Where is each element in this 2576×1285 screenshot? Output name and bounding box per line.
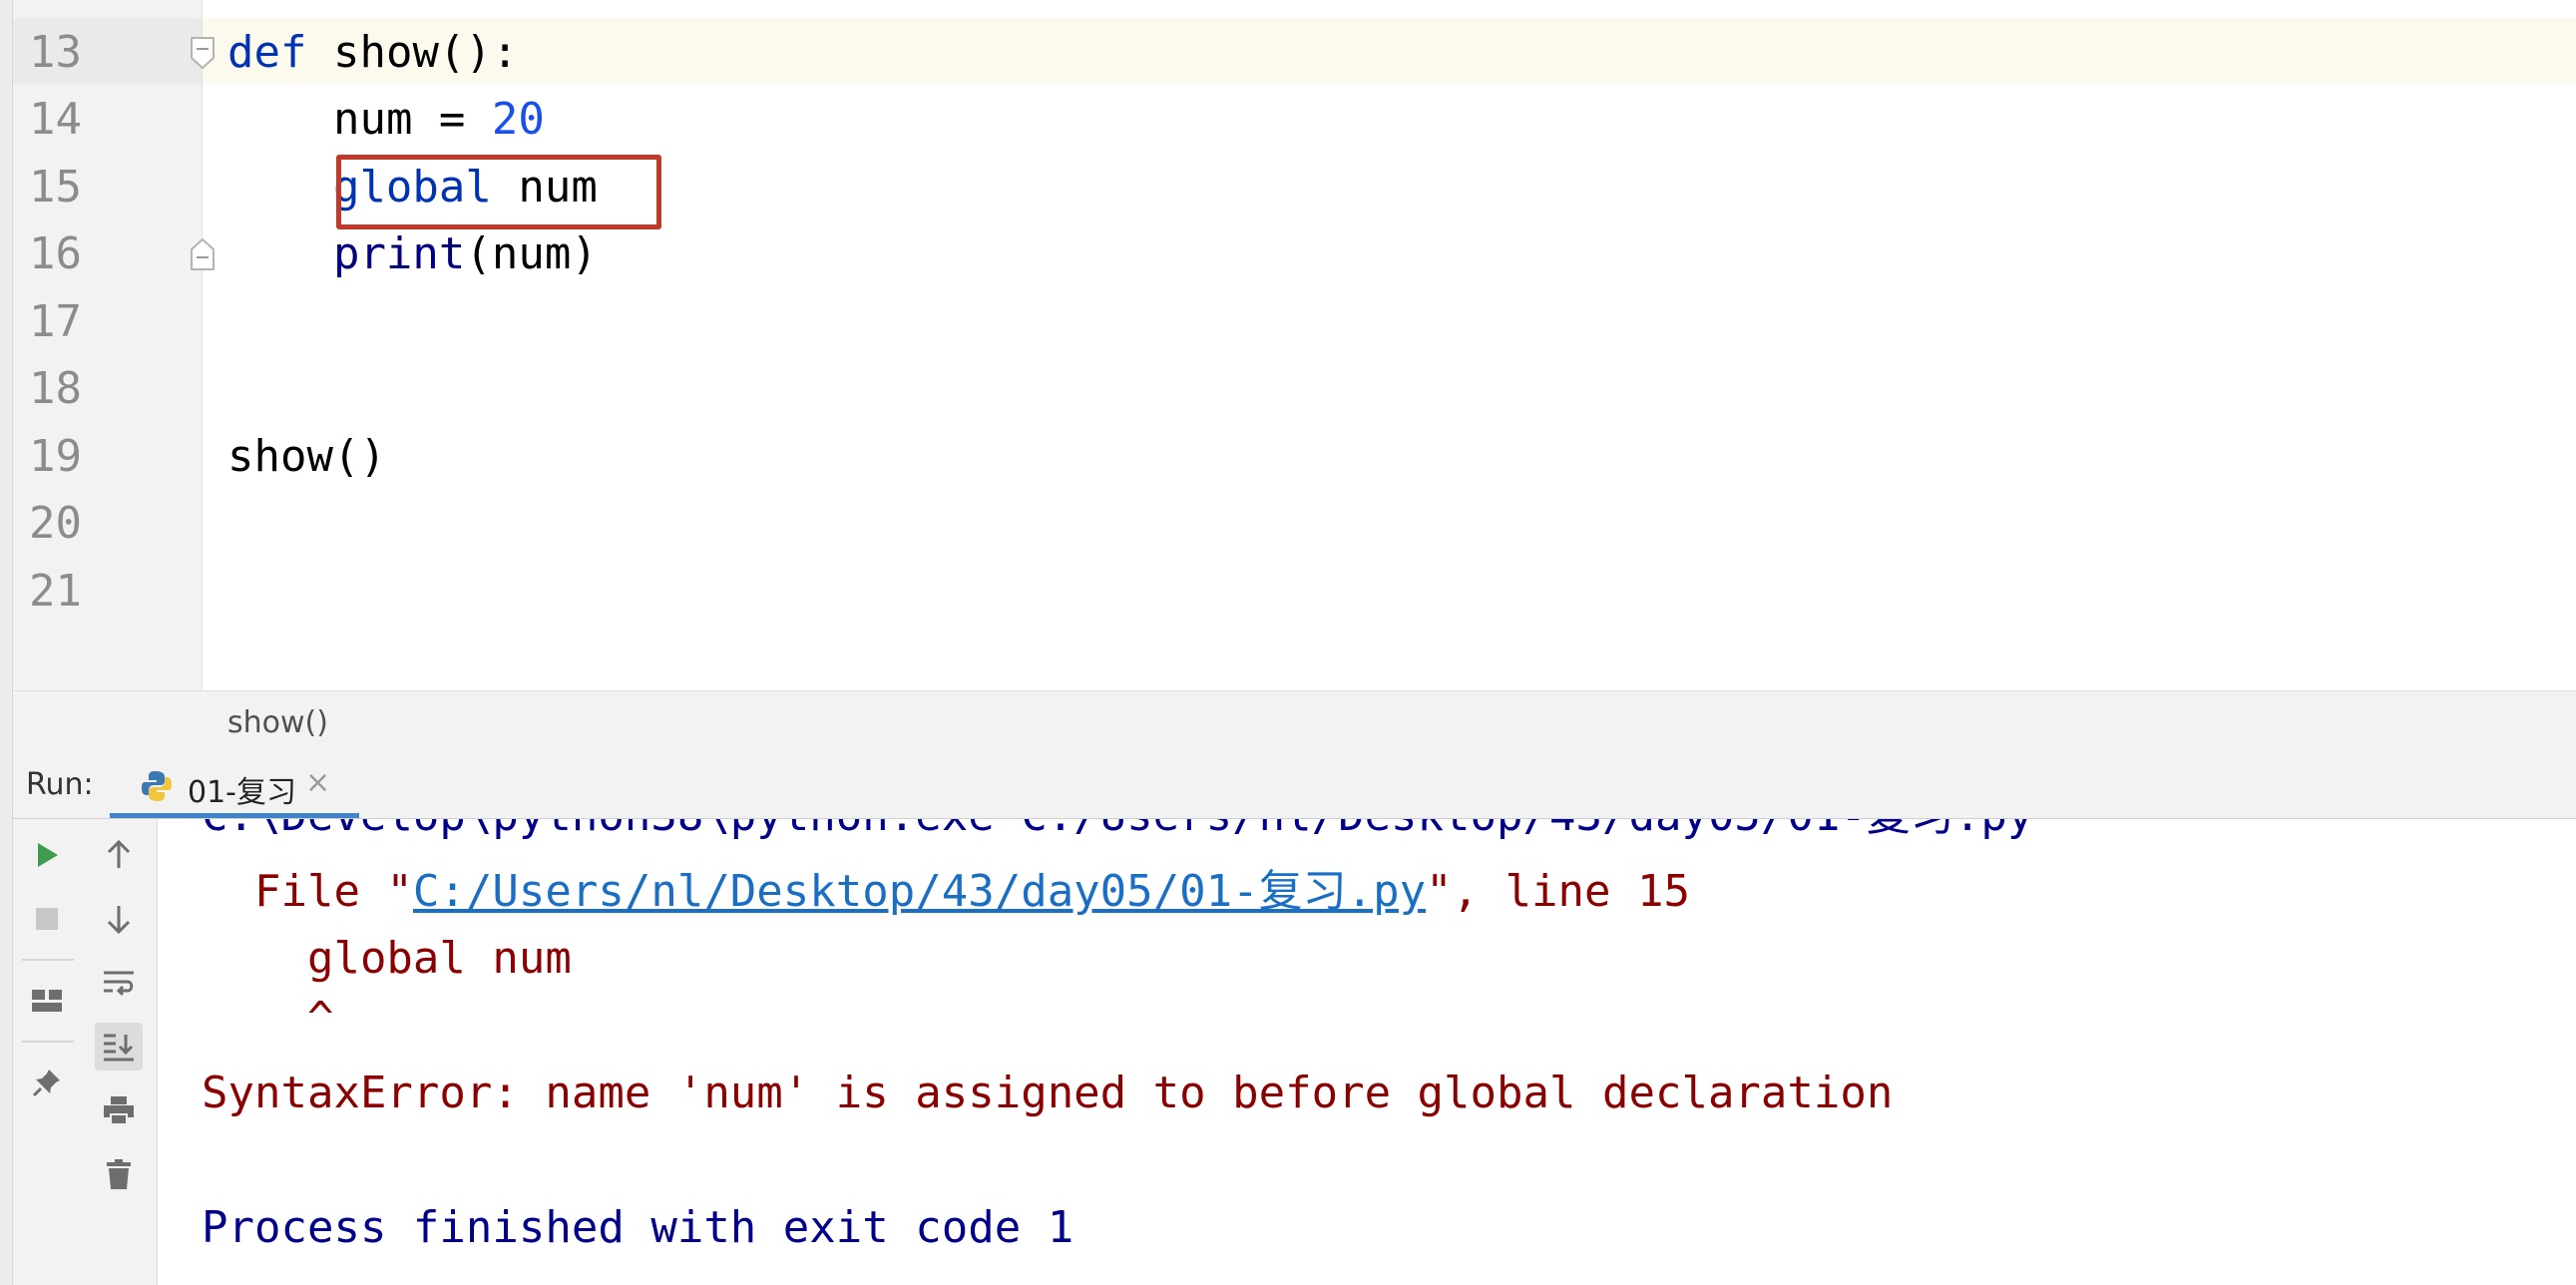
annotation-highlight-box (336, 155, 661, 229)
code-line-13[interactable]: def show(): (227, 20, 518, 86)
code-line-19[interactable]: show() (227, 424, 386, 490)
python-icon (142, 771, 172, 801)
run-toolbar-primary (12, 819, 82, 1285)
line-number-16: 16 (29, 228, 82, 279)
console-command-line: C:\Develop\python38\python.exe C:/Users/… (202, 819, 2033, 849)
fold-collapse-icon[interactable] (188, 36, 217, 70)
pin-icon[interactable] (23, 1059, 71, 1106)
number-literal: 20 (491, 94, 545, 145)
keyword-def: def (227, 27, 307, 78)
arrow-down-icon[interactable] (95, 895, 143, 943)
run-tool-window-header: Run: 01-复习 × (0, 753, 2576, 819)
breadcrumb-item[interactable]: show() (227, 705, 328, 740)
console-traceback-file: File "C:/Users/nl/Desktop/43/day05/01-复习… (202, 866, 1690, 917)
trash-icon[interactable] (95, 1150, 143, 1198)
console-caret: ^ (202, 993, 334, 1044)
file-link[interactable]: C:/Users/nl/Desktop/43/day05/01-复习.py (413, 866, 1426, 917)
console-output[interactable]: C:\Develop\python38\python.exe C:/Users/… (158, 819, 2576, 1285)
line-number-18: 18 (29, 363, 82, 414)
line-number-21: 21 (29, 566, 82, 617)
code-editor[interactable]: 13 14 15 16 17 18 19 20 21 def show(): n… (0, 0, 2576, 690)
line-number-20: 20 (29, 498, 82, 549)
run-icon[interactable] (23, 831, 71, 879)
code-line-14[interactable]: num = 20 (227, 87, 545, 153)
toolbar-separator (22, 1041, 74, 1043)
line-number-19: 19 (29, 431, 82, 482)
run-label: Run: (26, 767, 94, 802)
code-text: (num) (465, 228, 598, 279)
breadcrumb: show() (0, 690, 2576, 754)
console-code-line: global num (202, 933, 572, 984)
current-line-highlight (203, 18, 2576, 84)
line-number-17: 17 (29, 296, 82, 347)
layout-icon[interactable] (23, 977, 71, 1025)
arrow-up-icon[interactable] (95, 831, 143, 879)
console-error-message: SyntaxError: name 'num' is assigned to b… (202, 1068, 1894, 1118)
scroll-to-end-icon[interactable] (95, 1023, 143, 1071)
close-icon[interactable]: × (305, 765, 330, 800)
line-number-13: 13 (29, 27, 82, 78)
toolbar-separator (22, 959, 74, 961)
fold-end-icon[interactable] (188, 237, 217, 271)
line-number-partial (12, 0, 82, 18)
line-number-14: 14 (29, 94, 82, 145)
code-line-16[interactable]: print(num) (227, 221, 598, 287)
builtin-print: print (332, 228, 466, 279)
run-tab[interactable]: 01-复习 × (110, 753, 359, 818)
left-tool-strip (0, 0, 13, 1285)
code-text: num = (227, 94, 492, 145)
tab-active-indicator (110, 813, 359, 818)
code-text: show(): (306, 27, 519, 78)
soft-wrap-icon[interactable] (95, 959, 143, 1007)
run-tab-label: 01-复习 (188, 775, 296, 810)
print-icon[interactable] (95, 1086, 143, 1134)
run-toolbar-secondary (82, 819, 158, 1285)
stop-icon[interactable] (23, 895, 71, 943)
line-number-15: 15 (29, 162, 82, 213)
console-exit-message: Process finished with exit code 1 (202, 1202, 1074, 1253)
